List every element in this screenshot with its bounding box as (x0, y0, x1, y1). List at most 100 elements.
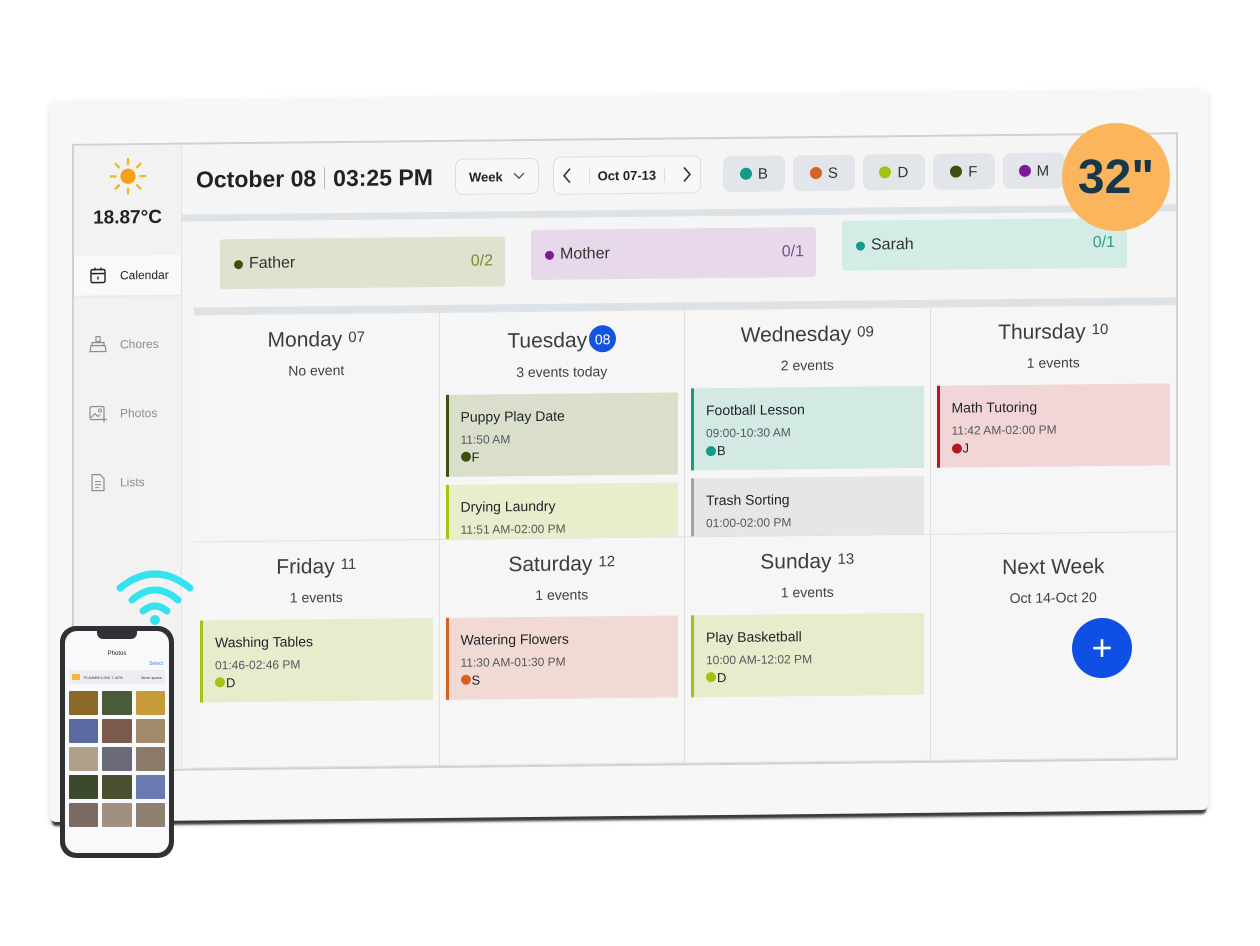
event-card[interactable]: Play Basketball 10:00 AM-12:02 PM D (691, 612, 924, 697)
event-assignee: F (460, 447, 667, 465)
member-color-dot (809, 166, 822, 180)
event-assignee: D (706, 668, 912, 685)
day-cell-sunday[interactable]: Sunday 13 1 events Play Basketball 10:00 AM-… (685, 534, 931, 764)
photo-thumbnail[interactable] (135, 747, 165, 771)
chevron-right-icon[interactable] (682, 166, 692, 182)
day-cell-friday[interactable]: Friday 11 1 events Washing Tables 01:46-02:4… (194, 539, 440, 769)
day-cell-wednesday[interactable]: Wednesday 09 2 events Football Lesson 09:00-… (685, 307, 931, 537)
event-title: Trash Sorting (706, 491, 790, 509)
folder-icon (72, 674, 80, 680)
member-initial: D (897, 163, 909, 181)
assignee-initial: F (471, 449, 480, 465)
event-card[interactable]: Washing Tables 01:46-02:46 PM D (200, 617, 433, 702)
add-event-button[interactable]: + (1072, 617, 1132, 679)
current-time: 03:25 PM (333, 163, 433, 191)
main-panel: October 08 03:25 PM Week Oct 07-13 B S D F M… (182, 134, 1176, 769)
sidebar-item-lists[interactable]: Lists (74, 462, 181, 503)
event-card[interactable]: Drying Laundry 11:51 AM-02:00 PM (445, 481, 678, 540)
day-cell-tuesday[interactable]: Tuesday 08 3 events today Puppy Play Date 11… (439, 310, 685, 540)
event-time: 01:00-02:00 PM (706, 515, 792, 531)
photo-thumbnail[interactable] (69, 803, 99, 827)
member-color-dot (856, 241, 865, 251)
photo-thumbnail[interactable] (102, 691, 132, 715)
assignee-initial: D (717, 669, 727, 685)
event-card[interactable]: Puppy Play Date 11:50 AM F (445, 391, 678, 477)
event-time: 11:30 AM-01:30 PM (460, 654, 566, 670)
chore-count: 0/2 (470, 252, 493, 270)
sidebar-item-calendar[interactable]: Calendar (74, 254, 181, 296)
photo-thumbnail[interactable] (135, 803, 165, 827)
chevron-left-icon[interactable] (562, 168, 572, 184)
chore-progress-sarah[interactable]: Sarah 0/1 (842, 217, 1127, 271)
photo-thumbnail[interactable] (102, 747, 132, 771)
chevron-down-icon (513, 172, 525, 180)
day-cell-thursday[interactable]: Thursday 10 1 events Math Tutoring 11:42 AM-… (930, 305, 1176, 535)
document-icon (91, 473, 105, 492)
phone-title: Photos (107, 651, 127, 657)
event-card[interactable]: Watering Flowers 11:30 AM-01:30 PM S (445, 614, 678, 700)
day-number: 09 (857, 323, 874, 341)
range-label: Oct 07-13 (588, 167, 666, 183)
member-initial: M (1036, 162, 1050, 180)
sidebar-item-label: Chores (120, 336, 159, 352)
photo-thumbnail[interactable] (135, 719, 165, 743)
next-week-cell[interactable]: Next Week Oct 14-Oct 20 + (930, 531, 1176, 761)
event-count: 1 events (1026, 354, 1080, 371)
member-name: Father (234, 254, 295, 273)
member-chip-b[interactable]: B (722, 155, 785, 193)
event-card[interactable]: Math Tutoring 11:42 AM-02:00 PM J (936, 383, 1170, 468)
assignee-initial: D (226, 674, 236, 690)
photo-thumbnail[interactable] (102, 719, 132, 743)
view-select[interactable]: Week (454, 157, 539, 195)
member-color-dot (879, 166, 892, 179)
chore-progress-father[interactable]: Father 0/2 (220, 236, 505, 290)
member-chip-s[interactable]: S (792, 154, 855, 192)
photo-thumbnail[interactable] (69, 691, 99, 715)
day-number: 11 (340, 555, 357, 573)
photo-thumbnail[interactable] (69, 719, 99, 743)
event-card[interactable]: Football Lesson 09:00-10:30 AM B (691, 385, 924, 471)
day-number: 13 (837, 550, 855, 568)
member-chip-m[interactable]: M (1002, 152, 1065, 190)
member-name: Mother (545, 245, 610, 264)
weather-widget: 18.87°C (74, 145, 181, 256)
day-name: Tuesday (507, 328, 588, 353)
event-assignee: S (460, 670, 667, 687)
sidebar-item-photos[interactable]: Photos (74, 393, 181, 434)
event-time: 11:50 AM (460, 431, 511, 447)
screen: 18.87°C Calendar Chores Photos Lists Octobe… (72, 132, 1178, 772)
day-name: Monday (267, 328, 343, 352)
member-chip-f[interactable]: F (932, 153, 995, 190)
chore-progress-mother[interactable]: Mother 0/1 (531, 227, 816, 281)
next-week-range: Oct 14-Oct 20 (1009, 588, 1097, 606)
day-name: Sunday (760, 549, 832, 574)
member-color-dot (545, 250, 554, 260)
view-select-value: Week (469, 168, 503, 185)
member-color-dot (1018, 164, 1031, 177)
day-cell-saturday[interactable]: Saturday 12 1 events Watering Flowers 11:30 … (439, 536, 685, 766)
assignee-color-dot (460, 674, 471, 685)
event-time: 10:00 AM-12:02 PM (706, 651, 813, 667)
photo-thumbnail[interactable] (102, 803, 132, 827)
day-heading: Tuesday 08 (446, 324, 679, 354)
chore-count: 0/1 (781, 243, 804, 261)
event-card[interactable]: Trash Sorting 01:00-02:00 PM (691, 475, 924, 537)
photo-thumbnail[interactable] (135, 691, 165, 715)
member-chip-d[interactable]: D (862, 153, 925, 191)
event-count: 1 events (780, 583, 834, 600)
photo-thumbnail[interactable] (69, 775, 99, 799)
photo-thumbnail[interactable] (135, 775, 165, 799)
member-name: Sarah (856, 236, 914, 255)
phone-select-link[interactable]: Select (65, 661, 169, 667)
day-cell-monday[interactable]: Monday 07 No event (194, 312, 440, 543)
photo-thumbnail[interactable] (102, 775, 132, 799)
sidebar-item-chores[interactable]: Chores (74, 324, 181, 365)
current-date: October 08 (196, 164, 317, 193)
photo-thumbnail[interactable] (69, 747, 99, 771)
more-space-link[interactable]: More space (141, 675, 162, 680)
assignee-color-dot (706, 672, 716, 683)
event-assignee: D (215, 673, 421, 690)
storage-text: 75.84MB/1,000 7.42% (83, 674, 123, 680)
today-date-badge: 08 (589, 325, 617, 353)
assignee-initial: B (717, 442, 726, 459)
